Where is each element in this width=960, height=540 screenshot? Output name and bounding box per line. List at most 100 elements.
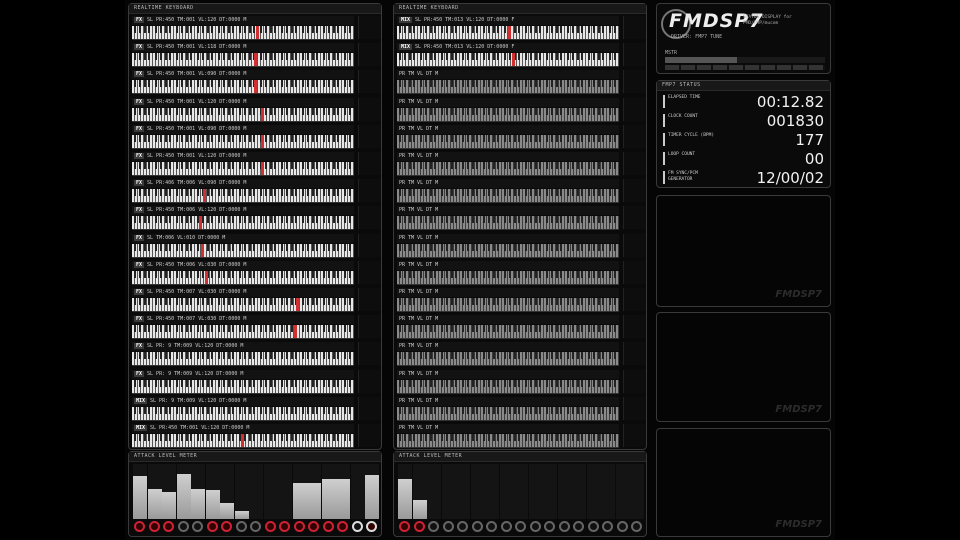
channel-indicator-icon[interactable] (573, 521, 584, 532)
channel-info: FX SL PR:450 TM:001 VL:120 DT:0000 M (132, 16, 354, 25)
channel-info: MIX SL PR: 9 TM:009 VL:120 DT:0000 M (132, 396, 354, 406)
channel-info: FX SL PR:450 TM:001 VL:118 DT:0000 M (132, 43, 354, 53)
piano-keys (397, 270, 619, 285)
channel-indicator-icon[interactable] (308, 521, 319, 532)
master-volume-slider[interactable] (665, 57, 825, 63)
meter-bar (336, 479, 350, 519)
channel-params: SL PR: 9 TM:009 VL:120 DT:0000 M (150, 397, 247, 404)
channel-params: PR TM VL DT M (399, 125, 439, 132)
piano-keys (132, 80, 354, 95)
keyboard-row: PR TM VL DT M (397, 97, 646, 122)
row-side-meter (358, 396, 381, 420)
row-side-meter (358, 152, 381, 175)
channel-indicator-icon[interactable] (500, 521, 512, 532)
channel-indicator-icon[interactable] (235, 521, 247, 532)
keyboard-row: MIX SL PR: 9 TM:009 VL:120 DT:0000 M (132, 396, 381, 421)
channel-indicator-icon[interactable] (602, 521, 613, 532)
meter-bars (133, 464, 379, 519)
status-value: 177 (795, 131, 824, 149)
channel-indicator-icon[interactable] (279, 521, 290, 532)
channel-indicator-icon[interactable] (413, 521, 425, 532)
channel-indicator-icon[interactable] (616, 521, 628, 532)
channel-indicator-icon[interactable] (134, 521, 145, 532)
channel-indicator-icon[interactable] (471, 521, 483, 532)
channel-params: SL PR:450 TM:006 VL:030 DT:0000 M (147, 261, 247, 268)
channel-params: SL PR:450 TM:001 VL:120 DT:0000 M (147, 98, 247, 105)
meter-slot (441, 464, 456, 519)
active-note (205, 270, 209, 284)
channel-indicator-icon[interactable] (486, 521, 497, 532)
channel-indicator-icon[interactable] (399, 521, 410, 532)
channel-indicator-icon[interactable] (428, 521, 439, 532)
channel-type: MIX (134, 425, 148, 431)
row-side-meter (623, 342, 646, 366)
channel-indicator-icon[interactable] (293, 521, 305, 532)
panel-title: REALTIME KEYBOARD (129, 4, 381, 14)
channel-indicator-icon[interactable] (457, 521, 468, 532)
channel-indicator-icon[interactable] (163, 521, 174, 532)
channel-indicator-icon[interactable] (221, 521, 232, 532)
channel-info: PR TM VL DT M (397, 70, 619, 80)
active-note (260, 162, 264, 175)
channel-indicator-icon[interactable] (337, 521, 348, 532)
volume-fill (665, 57, 737, 63)
channel-type: FX (134, 370, 145, 377)
channel-info: PR TM VL DT M (397, 179, 619, 189)
piano-keys (132, 53, 354, 68)
keyboard-row: MIX SL PR:450 TM:001 VL:120 DT:0000 M (132, 423, 381, 448)
meter-slot (470, 464, 485, 519)
row-side-meter (623, 179, 646, 203)
channel-indicator-icon[interactable] (558, 521, 570, 532)
active-note (260, 134, 264, 148)
active-note (508, 26, 511, 39)
channel-indicator-icon[interactable] (351, 521, 363, 532)
panel-title: REALTIME KEYBOARD (394, 4, 646, 14)
channel-indicator-icon[interactable] (442, 521, 454, 532)
channel-info: PR TM VL DT M (397, 260, 619, 270)
channel-indicator-icon[interactable] (192, 521, 203, 532)
channel-indicator-icon[interactable] (250, 521, 261, 532)
channel-indicator-icon[interactable] (206, 521, 218, 532)
channel-indicator-icon[interactable] (631, 521, 642, 532)
channel-indicator-icon[interactable] (366, 521, 377, 532)
channel-info: PR TM VL DT M (397, 315, 619, 325)
piano-keys (132, 298, 354, 312)
channel-type: MIX (399, 17, 413, 23)
channel-params: PR TM VL DT M (399, 397, 439, 404)
channel-indicator-icon[interactable] (529, 521, 541, 532)
keyboard-row: PR TM VL DT M (397, 423, 646, 448)
channel-indicator-icon[interactable] (264, 521, 276, 532)
channel-params: SL PR:450 TM:001 VL:120 DT:0000 M (147, 153, 247, 159)
keyboard-row: PR TM VL DT M (397, 69, 646, 95)
channel-indicator-icon[interactable] (148, 521, 160, 532)
channel-info: FX SL TM:006 VL:010 DT:0000 M (132, 233, 354, 243)
meter-slot (499, 464, 514, 519)
channel-indicator-icon[interactable] (515, 521, 526, 532)
status-value: 001830 (766, 112, 824, 130)
keyboard-panel-right: REALTIME KEYBOARD MIX SL PR:450 TM:013 VL… (393, 3, 647, 450)
active-note (198, 216, 202, 230)
watermark-logo: FMDSP7 (775, 404, 822, 415)
channel-indicator-icon[interactable] (177, 521, 189, 532)
channel-info: MIX SL PR:450 TM:013 VL:120 DT:0000 F (397, 43, 619, 53)
piano-keys (397, 189, 619, 204)
meter-bar (220, 502, 234, 519)
piano-keys (397, 406, 619, 421)
status-value: 00 (804, 150, 824, 168)
row-side-meter (623, 260, 646, 284)
channel-type: FX (134, 180, 145, 187)
keyboard-row: PR TM VL DT M (397, 260, 646, 285)
piano-keys (132, 243, 354, 258)
piano-keys (132, 325, 354, 340)
channel-type: FX (134, 261, 145, 268)
channel-params: SL PR: 9 TM:009 VL:120 DT:0000 M (147, 370, 244, 377)
channel-params: PR TM VL DT M (399, 425, 439, 431)
piano-keys (397, 80, 619, 95)
piano-keys (132, 270, 354, 285)
channel-indicator-icon[interactable] (322, 521, 334, 532)
channel-params: SL PR:450 TM:013 VL:120 DT:0000 F (415, 17, 515, 23)
channel-indicator-icon[interactable] (544, 521, 555, 532)
meter-slot (456, 464, 470, 519)
level-strip (665, 65, 825, 70)
channel-indicator-icon[interactable] (587, 521, 599, 532)
